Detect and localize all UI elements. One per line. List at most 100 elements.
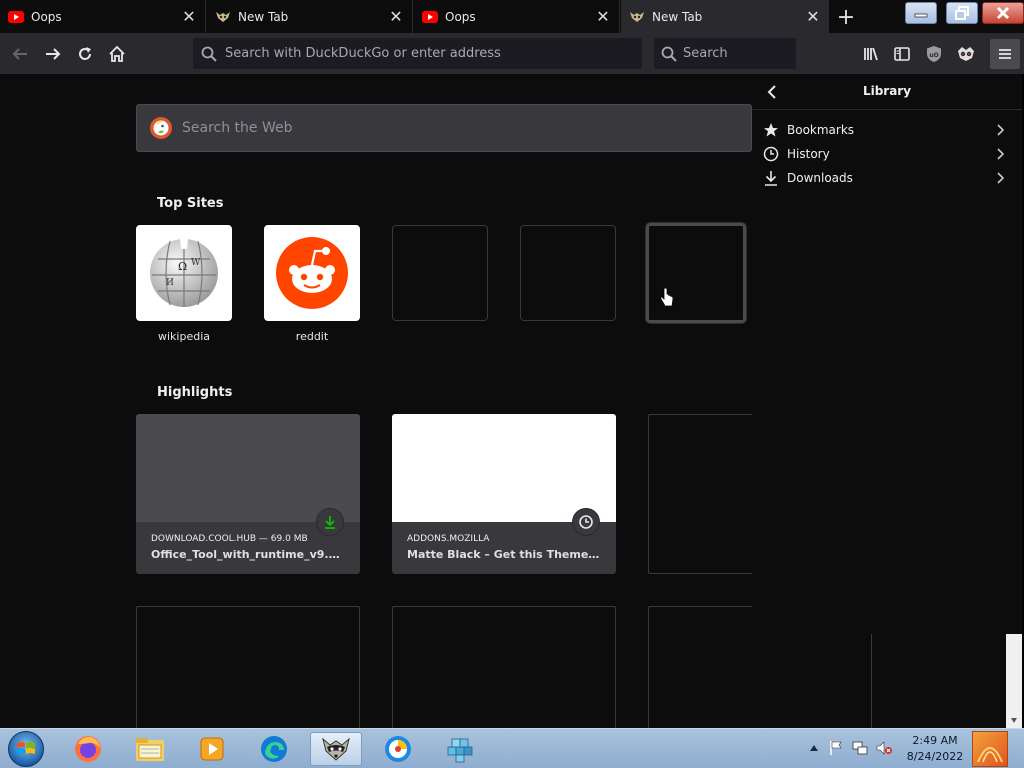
- top-site-empty[interactable]: [520, 225, 616, 321]
- highlight-card-download[interactable]: DOWNLOAD.COOL.HUB — 69.0 MB Office_Tool_…: [136, 414, 360, 574]
- tab-oops-2[interactable]: Oops ✕: [414, 0, 620, 33]
- minimize-window-button[interactable]: [905, 2, 937, 24]
- youtube-icon: [422, 9, 438, 25]
- highlight-placeholder: [648, 606, 752, 728]
- taskbar-browser-raccoon-icon[interactable]: [310, 732, 362, 766]
- search-bar[interactable]: Search: [654, 38, 796, 69]
- search-placeholder: Search: [683, 46, 728, 61]
- library-item-label: Bookmarks: [787, 123, 855, 137]
- clock-icon: [762, 145, 780, 163]
- library-item-history[interactable]: History: [752, 142, 1022, 166]
- reload-icon[interactable]: [71, 40, 99, 68]
- svg-text:uO: uO: [929, 52, 938, 59]
- windows-taskbar: 2:49 AM 8/24/2022: [0, 728, 1024, 768]
- tray-expand-icon[interactable]: [806, 740, 822, 756]
- top-site-empty[interactable]: [392, 225, 488, 321]
- nav-toolbar: Search with DuckDuckGo or enter address …: [0, 33, 1024, 74]
- back-icon[interactable]: [6, 40, 34, 68]
- download-icon: [762, 169, 780, 187]
- top-sites-title: Top Sites: [157, 196, 224, 211]
- address-placeholder: Search with DuckDuckGo or enter address: [225, 46, 501, 61]
- windows-start-icon[interactable]: [8, 731, 44, 767]
- highlight-title: Office_Tool_with_runtime_v9.0.5.6_x64.zi…: [151, 548, 347, 561]
- back-arrow-icon[interactable]: [762, 82, 782, 102]
- top-site-reddit[interactable]: [264, 225, 360, 321]
- hand-cursor-icon: [660, 287, 674, 312]
- taskbar-vpn-icon[interactable]: [372, 732, 424, 766]
- tab-title: Oops: [445, 9, 476, 24]
- tab-oops-1[interactable]: Oops ✕: [0, 0, 206, 33]
- home-icon[interactable]: [103, 40, 131, 68]
- close-tab-icon[interactable]: ✕: [593, 7, 613, 27]
- volume-muted-icon[interactable]: [876, 740, 892, 756]
- taskbar-firefox-icon[interactable]: [62, 732, 114, 766]
- duckduckgo-icon: [149, 116, 173, 140]
- taskbar-media-player-icon[interactable]: [186, 732, 238, 766]
- chevron-right-icon: [992, 122, 1008, 138]
- highlight-placeholder: [136, 606, 360, 728]
- action-center-flag-icon[interactable]: [828, 740, 844, 756]
- extension-mask-icon[interactable]: [952, 40, 980, 68]
- highlight-host: ADDONS.MOZILLA: [407, 534, 490, 544]
- clock-icon: [572, 508, 600, 536]
- library-item-downloads[interactable]: Downloads: [752, 166, 1022, 190]
- hamburger-menu-icon[interactable]: [990, 39, 1020, 69]
- svg-text:И: И: [166, 278, 174, 288]
- chevron-right-icon: [992, 170, 1008, 186]
- search-icon: [201, 46, 217, 62]
- raccoon-icon: [215, 9, 231, 25]
- highlights-title: Highlights: [157, 385, 233, 400]
- forward-icon[interactable]: [39, 40, 67, 68]
- highlight-placeholder: [648, 414, 752, 574]
- panel-divider: [871, 634, 872, 728]
- tab-title: New Tab: [238, 9, 289, 24]
- svg-text:W: W: [191, 258, 201, 268]
- top-site-label: reddit: [295, 330, 329, 343]
- library-panel: Library Bookmarks History Downloads: [752, 74, 1022, 728]
- download-icon: [316, 508, 344, 536]
- web-search-placeholder: Search the Web: [182, 120, 293, 136]
- youtube-icon: [8, 9, 24, 25]
- tab-title: New Tab: [652, 9, 703, 24]
- library-item-bookmarks[interactable]: Bookmarks: [752, 118, 1022, 142]
- highlight-card-addons[interactable]: ADDONS.MOZILLA Matte Black – Get this Th…: [392, 414, 616, 574]
- library-item-label: History: [787, 147, 830, 161]
- close-tab-icon[interactable]: ✕: [386, 7, 406, 27]
- web-search-box[interactable]: Search the Web: [136, 104, 752, 152]
- close-window-button[interactable]: [982, 2, 1024, 24]
- svg-text:Ω: Ω: [178, 260, 187, 273]
- highlight-title: Matte Black – Get this Theme for Firefox: [407, 548, 603, 561]
- restore-window-button[interactable]: [946, 2, 978, 24]
- tab-new-tab-1[interactable]: New Tab ✕: [207, 0, 413, 33]
- taskbar-clock[interactable]: 2:49 AM 8/24/2022: [900, 733, 970, 765]
- close-tab-icon[interactable]: ✕: [179, 7, 199, 27]
- chevron-right-icon: [992, 146, 1008, 162]
- page-scrollbar[interactable]: [1006, 634, 1022, 728]
- taskbar-explorer-icon[interactable]: [124, 732, 176, 766]
- new-tab-page: Search the Web Top Sites Ω W И wikipedia: [0, 74, 752, 728]
- top-site-label: wikipedia: [157, 330, 210, 343]
- screen: Oops ✕ New Tab ✕ Oops ✕ New Tab ✕ + Sear…: [0, 0, 1024, 768]
- library-panel-header: Library: [752, 74, 1022, 110]
- highlight-placeholder: [392, 606, 616, 728]
- raccoon-icon: [629, 9, 645, 25]
- reddit-icon: [276, 237, 348, 309]
- wikipedia-globe-icon: Ω W И: [150, 239, 218, 307]
- sidebar-icon[interactable]: [888, 40, 916, 68]
- highlight-thumbnail: [136, 414, 360, 522]
- library-panel-title: Library: [862, 84, 912, 98]
- library-icon[interactable]: [857, 40, 885, 68]
- new-tab-plus-icon[interactable]: +: [834, 5, 858, 30]
- network-icon[interactable]: [852, 740, 868, 756]
- ublock-shield-icon[interactable]: uO: [920, 40, 948, 68]
- address-bar[interactable]: Search with DuckDuckGo or enter address: [193, 38, 642, 69]
- search-icon: [661, 46, 677, 62]
- tab-title: Oops: [31, 9, 62, 24]
- close-tab-icon[interactable]: ✕: [803, 7, 823, 27]
- top-site-wikipedia[interactable]: Ω W И: [136, 225, 232, 321]
- taskbar-cubes-app-icon[interactable]: [434, 732, 486, 766]
- tab-strip: Oops ✕ New Tab ✕ Oops ✕ New Tab ✕ +: [0, 0, 1024, 33]
- show-desktop-button[interactable]: [972, 731, 1008, 767]
- taskbar-edge-icon[interactable]: [248, 732, 300, 766]
- tab-new-tab-active[interactable]: New Tab ✕: [621, 0, 829, 33]
